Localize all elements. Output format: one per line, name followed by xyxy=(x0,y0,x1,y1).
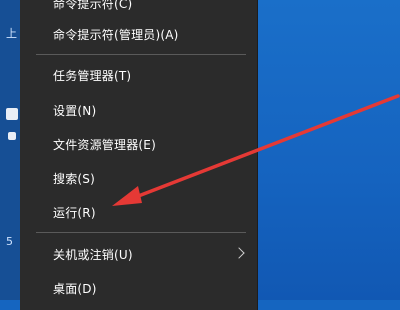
menu-item-search[interactable]: 搜索(S) xyxy=(20,165,257,191)
menu-separator xyxy=(36,54,246,55)
menu-item-file-explorer[interactable]: 文件资源管理器(E) xyxy=(20,131,257,157)
menu-item-settings[interactable]: 设置(N) xyxy=(20,97,257,123)
menu-separator xyxy=(36,232,246,233)
winx-context-menu: 命令提示符(C) 命令提示符(管理员)(A) 任务管理器(T) 设置(N) 文件… xyxy=(20,0,258,310)
menu-item-label: 命令提示符(管理员)(A) xyxy=(53,27,179,42)
menu-item-run[interactable]: 运行(R) xyxy=(20,199,257,225)
chevron-right-icon xyxy=(233,247,245,259)
menu-item-label: 运行(R) xyxy=(53,205,96,220)
menu-item-command-prompt[interactable]: 命令提示符(C) xyxy=(20,0,257,16)
menu-item-desktop[interactable]: 桌面(D) xyxy=(20,275,257,301)
menu-item-command-prompt-admin[interactable]: 命令提示符(管理员)(A) xyxy=(20,21,257,47)
menu-item-label: 桌面(D) xyxy=(53,281,97,296)
menu-item-shutdown-signout[interactable]: 关机或注销(U) xyxy=(20,241,257,267)
desktop-glyph-bottom: 5 xyxy=(6,235,13,248)
menu-item-label: 设置(N) xyxy=(53,103,97,118)
desktop-file-icon[interactable] xyxy=(6,108,18,120)
desktop-left-strip: 上 5 xyxy=(0,0,20,300)
desktop-glyph-top: 上 xyxy=(6,27,17,40)
menu-item-label: 命令提示符(C) xyxy=(53,0,133,11)
menu-item-label: 文件资源管理器(E) xyxy=(53,137,156,152)
menu-item-task-manager[interactable]: 任务管理器(T) xyxy=(20,62,257,88)
desktop-small-icon[interactable] xyxy=(8,132,16,140)
menu-item-label: 任务管理器(T) xyxy=(53,68,132,83)
menu-item-label: 关机或注销(U) xyxy=(53,247,133,262)
menu-item-label: 搜索(S) xyxy=(53,171,95,186)
